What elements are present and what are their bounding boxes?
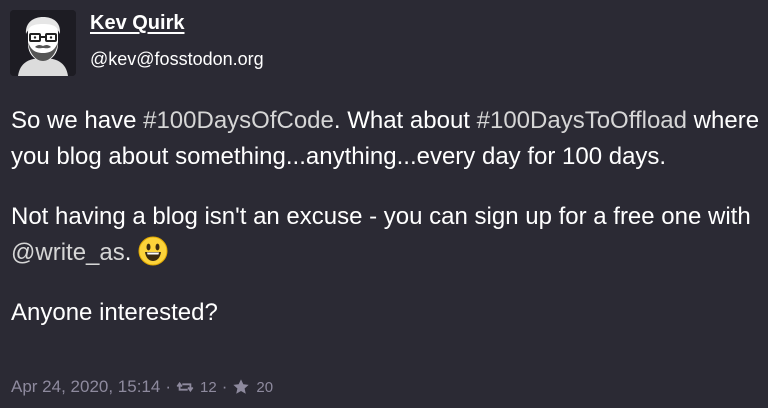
star-icon[interactable] <box>232 378 250 396</box>
account-handle[interactable]: @kev@fosstodon.org <box>90 49 264 70</box>
paragraph-2: Not having a blog isn't an excuse - you … <box>11 199 761 271</box>
mention-write-as-link[interactable]: @write_as <box>11 239 125 266</box>
bearded-man-avatar-icon <box>10 10 76 76</box>
separator: · <box>221 377 228 396</box>
paragraph-3: Anyone interested? <box>11 299 218 326</box>
text: . What about <box>333 107 477 134</box>
paragraph-1: So we have #100DaysOfCode. What about #1… <box>11 103 761 175</box>
avatar[interactable] <box>10 10 76 76</box>
status-card: Kev Quirk @kev@fosstodon.org So we have … <box>0 0 768 408</box>
display-name-link[interactable]: Kev Quirk <box>90 12 184 35</box>
text: So we have <box>11 107 144 134</box>
status-meta: Apr 24, 2020, 15:14 · 12 · 20 <box>11 377 273 397</box>
boost-icon[interactable] <box>176 378 194 396</box>
separator: · <box>165 377 172 396</box>
status-content: So we have #100DaysOfCode. What about #1… <box>11 103 761 355</box>
text: . <box>124 239 132 266</box>
hashtag-100daysofcode-link[interactable]: #100DaysOfCode <box>143 107 334 134</box>
timestamp-link[interactable]: Apr 24, 2020, 15:14 <box>11 377 160 397</box>
boost-count: 12 <box>200 378 217 396</box>
hashtag-100daystooffload-link[interactable]: #100DaysToOffload <box>477 107 687 134</box>
text: Not having a blog isn't an excuse - you … <box>11 203 751 230</box>
smiling-face-emoji-icon <box>138 236 168 266</box>
favourite-count: 20 <box>256 378 274 396</box>
